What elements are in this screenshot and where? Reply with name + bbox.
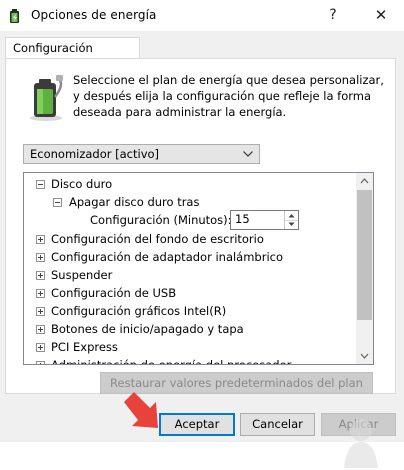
expand-icon[interactable]	[36, 307, 45, 316]
dialog-client-area: Configuración avanzada Seleccione el pla…	[0, 31, 404, 468]
tab-advanced-settings[interactable]: Configuración avanzada	[5, 37, 140, 76]
collapse-icon[interactable]	[36, 180, 45, 189]
tree-item-label: PCI Express	[51, 340, 118, 354]
scrollbar-thumb[interactable]	[357, 190, 372, 320]
tree-item-label: Configuración del fondo de escritorio	[51, 232, 264, 246]
tree-item-label: Configuración de adaptador inalámbrico	[51, 250, 284, 264]
tree-item-label: Configuración de USB	[51, 286, 177, 300]
spin-buttons	[284, 211, 298, 229]
minutes-spinbox[interactable]: 15	[230, 210, 299, 230]
close-button[interactable]: ✕	[369, 4, 393, 26]
expand-icon[interactable]	[36, 343, 45, 352]
window-title: Opciones de energía	[31, 8, 157, 22]
collapse-icon[interactable]	[53, 198, 62, 207]
scroll-up-icon[interactable]	[356, 173, 373, 190]
scroll-down-icon[interactable]	[356, 347, 373, 364]
watermark-logo	[344, 419, 378, 468]
battery-plan-icon	[30, 75, 63, 121]
title-bar: Opciones de energía ? ✕	[0, 0, 404, 31]
tree-item-label: Disco duro	[51, 177, 113, 191]
setting-label: Configuración (Minutos):	[90, 213, 232, 227]
plan-description: Seleccione el plan de energía que desea …	[73, 73, 384, 119]
chevron-down-icon	[243, 151, 253, 157]
tree-scrollbar[interactable]	[356, 173, 373, 364]
expand-icon[interactable]	[36, 253, 45, 262]
tree-item-label: Configuración gráficos Intel(R)	[51, 304, 227, 318]
power-plan-select-value: Economizador [activo]	[30, 147, 160, 161]
tree-item-label: Administración de energía del procesador	[51, 356, 291, 364]
help-button[interactable]: ?	[321, 4, 345, 26]
annotation-arrow-icon	[124, 392, 158, 428]
cancel-button[interactable]: Cancelar	[240, 413, 315, 436]
expand-icon[interactable]	[36, 325, 45, 334]
tree-item-label: Suspender	[51, 268, 113, 282]
expand-icon[interactable]	[36, 271, 45, 280]
tree-item-label: Botones de inicio/apagado y tapa	[51, 322, 244, 336]
power-options-icon	[10, 9, 19, 23]
settings-tree-content: Disco duro Apagar disco duro tras Config…	[24, 173, 357, 364]
expand-icon[interactable]	[36, 361, 45, 364]
power-plan-select[interactable]: Economizador [activo]	[23, 144, 260, 164]
spin-down-icon[interactable]	[285, 220, 298, 229]
accept-button[interactable]: Aceptar	[159, 413, 235, 436]
minutes-value[interactable]: 15	[235, 212, 250, 226]
expand-icon[interactable]	[36, 289, 45, 298]
expand-icon[interactable]	[36, 235, 45, 244]
tree-item-label: Apagar disco duro tras	[69, 195, 200, 209]
settings-tree[interactable]: Disco duro Apagar disco duro tras Config…	[23, 172, 374, 365]
